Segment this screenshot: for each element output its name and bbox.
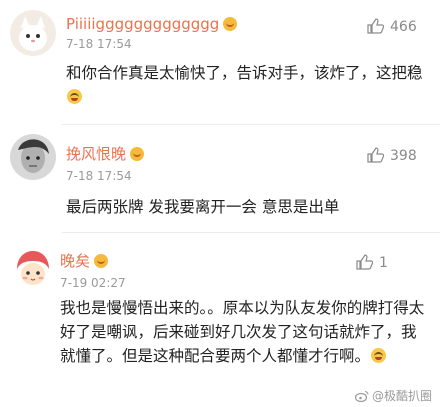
like-button[interactable]: 1	[356, 254, 388, 271]
vip-badge-icon	[94, 253, 109, 268]
username[interactable]: Piiiiiggggggggggggg	[66, 15, 238, 33]
comment-text: 我也是慢慢悟出来的。。原本以为队友发你的牌打得太好了是嘲讽，后来碰到好几次发了这…	[60, 299, 425, 365]
comment-text: 和你合作真是太愉快了，告诉对手，该炸了，这把稳	[66, 61, 438, 109]
watermark: @极酷扒圈	[354, 387, 432, 404]
like-count: 398	[390, 148, 417, 164]
avatar[interactable]	[10, 10, 56, 56]
avatar[interactable]	[10, 245, 56, 291]
comment-time: 7-19 02:27	[60, 276, 126, 290]
vip-badge-icon	[223, 16, 238, 31]
emoji-icon	[371, 348, 387, 363]
thumbs-up-icon	[367, 18, 385, 34]
username[interactable]: 晚矣	[60, 252, 109, 270]
comment-item: Piiiiiggggggggggggg 7-18 17:54 466 和你合作真…	[0, 0, 440, 124]
comment-item: 挽风恨晚 7-18 17:54 398 最后两张牌 发我要离开一会 意思是出单	[0, 124, 440, 232]
comment-time: 7-18 17:54	[66, 169, 132, 183]
like-count: 466	[390, 19, 417, 35]
avatar[interactable]	[10, 134, 56, 180]
comment-item: 晚矣 7-19 02:27 1 我也是慢慢悟出来的。。原本以为队友发你的牌打得太…	[0, 232, 440, 407]
like-button[interactable]: 398	[367, 147, 417, 164]
thumbs-up-icon	[356, 254, 374, 270]
like-button[interactable]: 466	[367, 18, 417, 35]
username[interactable]: 挽风恨晚	[66, 145, 145, 163]
emoji-icon	[67, 89, 82, 104]
like-count: 1	[379, 255, 388, 271]
comment-text: 最后两张牌 发我要离开一会 意思是出单	[66, 198, 340, 216]
comment-time: 7-18 17:54	[66, 37, 132, 51]
vip-badge-icon	[130, 146, 145, 161]
thumbs-up-icon	[367, 147, 385, 163]
weibo-logo-icon	[354, 390, 369, 403]
